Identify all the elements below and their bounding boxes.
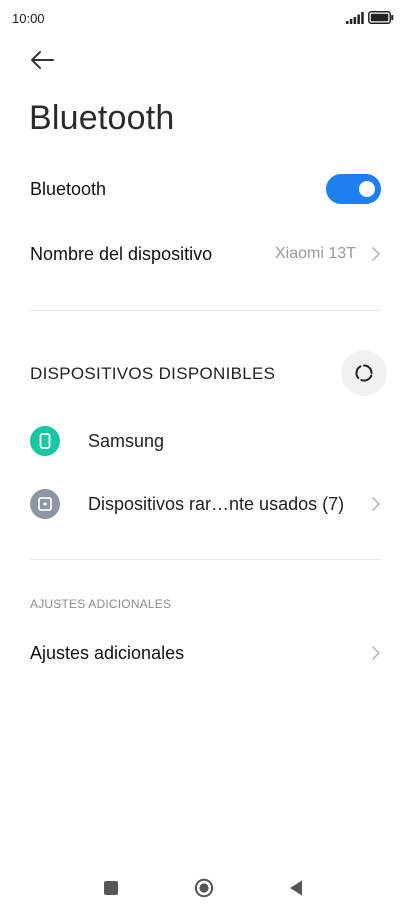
divider [30, 559, 381, 560]
refresh-icon [355, 364, 373, 382]
additional-settings-item[interactable]: Ajustes adicionales [30, 643, 184, 664]
bluetooth-toggle-label: Bluetooth [30, 179, 107, 199]
available-devices-heading: DISPOSITIVOS DISPONIBLES [30, 364, 276, 383]
device-icon [30, 489, 60, 519]
battery-icon [368, 11, 394, 24]
toggle-knob [359, 181, 375, 197]
status-time: 10:00 [12, 11, 45, 26]
divider [30, 310, 381, 311]
additional-settings-heading: AJUSTES ADICIONALES [30, 597, 172, 611]
recents-button[interactable] [104, 881, 118, 895]
chevron-right-icon [372, 247, 380, 261]
home-button[interactable] [194, 878, 214, 898]
phone-icon [30, 426, 60, 456]
page-title: Bluetooth [29, 99, 175, 137]
rarely-used-devices[interactable]: Dispositivos rar…nte usados (7) [88, 494, 344, 515]
device-name-value[interactable]: Xiaomi 13T [275, 245, 356, 263]
device-samsung[interactable]: Samsung [88, 431, 164, 452]
device-name-label[interactable]: Nombre del dispositivo [30, 244, 212, 265]
nav-back-button[interactable] [288, 879, 304, 897]
chevron-right-icon [372, 497, 380, 511]
back-arrow-icon[interactable] [28, 47, 56, 73]
chevron-right-icon [372, 646, 380, 660]
bluetooth-toggle[interactable] [326, 174, 381, 204]
signal-icon [346, 12, 364, 24]
refresh-button[interactable] [341, 350, 387, 396]
